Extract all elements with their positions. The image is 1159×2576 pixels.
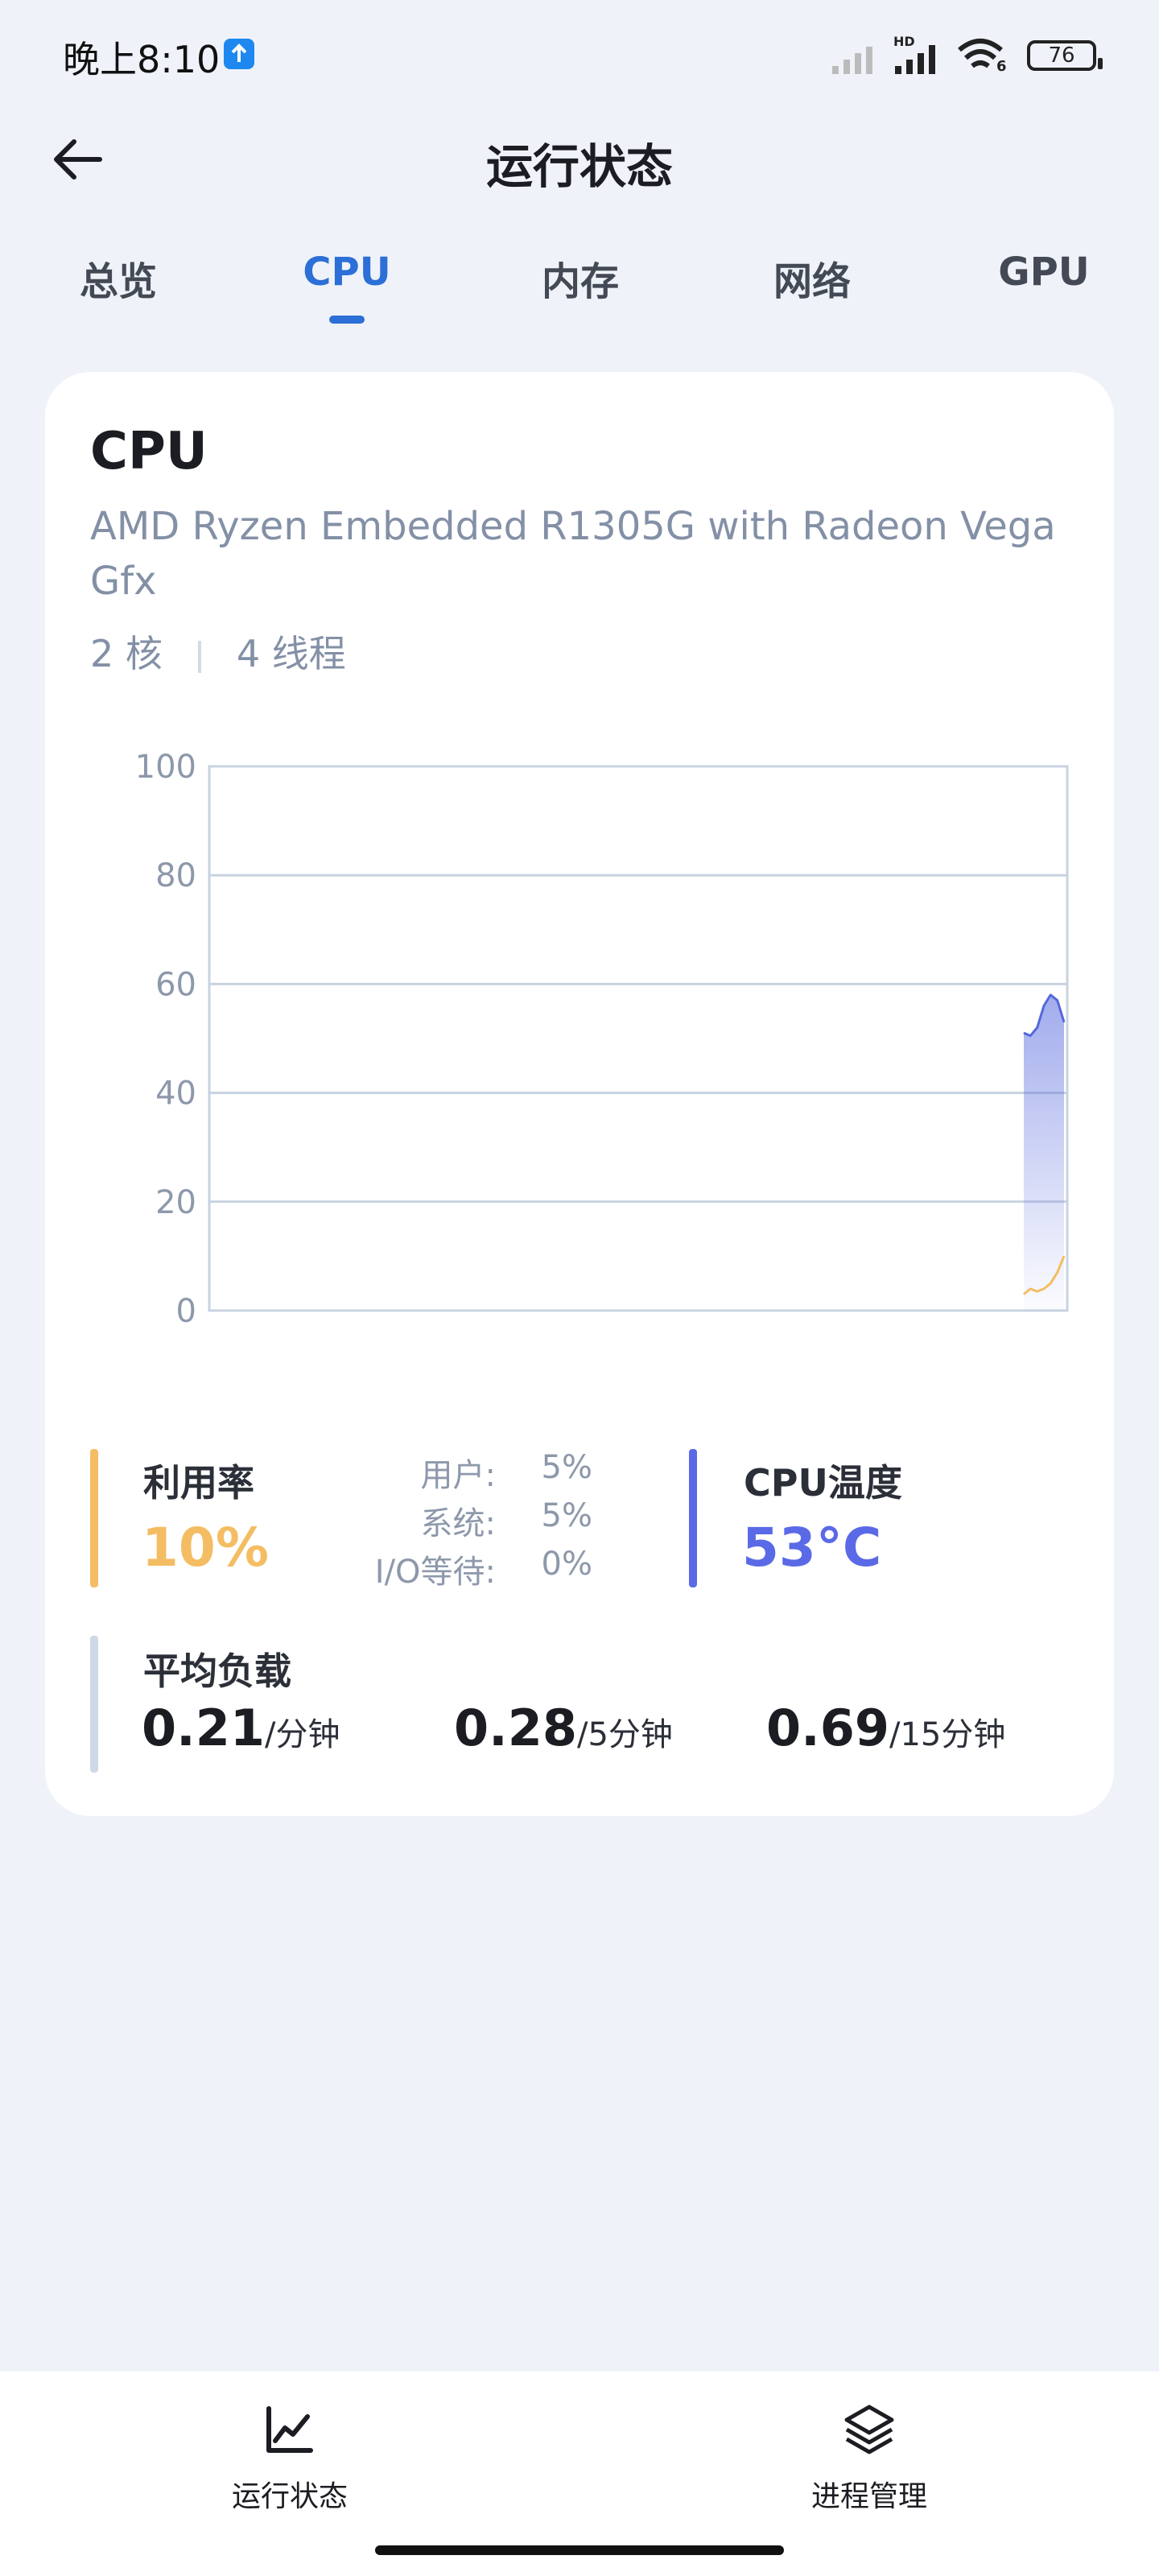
load-1min: 0.21/分钟 — [142, 1699, 340, 1757]
chart-point — [1057, 1000, 1058, 1001]
load-15min-unit: /15分钟 — [889, 1716, 1006, 1753]
user-value: 5% — [541, 1449, 592, 1486]
utilization-accent-bar — [90, 1449, 98, 1587]
load-5min-value: 0.28 — [454, 1699, 577, 1757]
nav-label-process: 进程管理 — [810, 2480, 927, 2513]
tab-overview[interactable]: 总览 — [58, 250, 179, 314]
chart-point — [1023, 1032, 1025, 1034]
battery-icon: 76 — [1027, 40, 1103, 71]
nav-item-status[interactable]: 运行状态 — [185, 2401, 394, 2515]
status-time: 晚上8:10 — [63, 38, 221, 81]
status-bar: 晚上8:10 HD 6 76 — [0, 0, 1159, 113]
divider — [197, 640, 201, 673]
status-icons: HD 6 76 — [831, 34, 1103, 76]
load-15min-value: 0.69 — [766, 1699, 889, 1757]
tab-active-indicator — [329, 316, 365, 324]
utilization-value: 10% — [142, 1517, 269, 1579]
chart-y-tick-label: 80 — [155, 857, 196, 894]
signal-hd-label: HD — [893, 34, 915, 49]
io-wait-row: I/O等待: 0% — [319, 1546, 592, 1591]
chart-y-tick-label: 20 — [155, 1184, 196, 1221]
cpu-usage-chart: 100 80 60 40 20 0 — [135, 750, 1069, 1330]
upload-notification-icon — [224, 39, 254, 69]
core-info: 2 核 4 线程 — [90, 625, 346, 678]
chart-point — [1029, 1288, 1031, 1290]
nav-item-process[interactable]: 进程管理 — [765, 2401, 974, 2515]
cpu-title: CPU — [90, 422, 208, 481]
tab-bar: 总览 CPU 内存 网络 GPU — [0, 250, 1159, 330]
load-1min-value: 0.21 — [142, 1699, 265, 1757]
system-row: 系统: 5% — [319, 1497, 592, 1542]
temperature-value: 53°C — [742, 1517, 882, 1579]
chart-point — [1063, 1255, 1065, 1257]
layers-icon — [844, 2405, 894, 2454]
nav-label-status: 运行状态 — [231, 2480, 348, 2513]
user-label: 用户: — [420, 1457, 496, 1494]
tab-network[interactable]: 网络 — [752, 250, 872, 314]
io-wait-label: I/O等待: — [374, 1554, 496, 1591]
load-average-label: 平均负载 — [143, 1649, 291, 1693]
thread-count: 4 线程 — [236, 632, 346, 675]
chart-point — [1050, 1282, 1051, 1284]
battery-level: 76 — [1048, 43, 1075, 68]
load-accent-bar — [90, 1636, 98, 1773]
utilization-label: 利用率 — [143, 1461, 254, 1505]
core-count: 2 核 — [90, 632, 163, 675]
load-1min-unit: /分钟 — [264, 1716, 340, 1753]
chart-line-icon — [266, 2406, 313, 2453]
tab-gpu[interactable]: GPU — [984, 250, 1104, 314]
chart-y-tick-label: 0 — [176, 1293, 196, 1330]
chart-point — [1043, 1288, 1045, 1290]
io-wait-value: 0% — [541, 1546, 592, 1583]
tab-cpu[interactable]: CPU — [287, 250, 407, 314]
chart-point — [1057, 1272, 1058, 1274]
chart-y-tick-label: 100 — [135, 750, 196, 786]
temperature-label: CPU温度 — [744, 1461, 902, 1505]
chart-point — [1029, 1035, 1031, 1037]
chart-point — [1043, 1005, 1045, 1006]
wifi-6-label: 6 — [996, 58, 1007, 75]
chart-series-area — [1024, 994, 1064, 1311]
system-label: 系统: — [420, 1505, 496, 1542]
user-row: 用户: 5% — [319, 1449, 592, 1494]
page-title: 运行状态 — [485, 139, 673, 194]
cpu-model: AMD Ryzen Embedded R1305G with Radeon Ve… — [90, 504, 1056, 604]
temperature-accent-bar — [689, 1449, 697, 1587]
home-indicator — [375, 2545, 784, 2555]
signal-weak-icon — [832, 47, 872, 74]
load-5min: 0.28/5分钟 — [454, 1699, 673, 1757]
chart-y-tick-label: 60 — [155, 966, 196, 1003]
chart-point — [1050, 994, 1051, 996]
load-15min: 0.69/15分钟 — [766, 1699, 1005, 1757]
chart-plot-frame — [208, 765, 1069, 1312]
cpu-card: CPU AMD Ryzen Embedded R1305G with Radeo… — [45, 372, 1114, 1816]
load-5min-unit: /5分钟 — [576, 1716, 673, 1753]
tab-memory[interactable]: 内存 — [520, 250, 641, 314]
chart-y-tick-label: 40 — [155, 1075, 196, 1113]
system-value: 5% — [541, 1497, 592, 1534]
